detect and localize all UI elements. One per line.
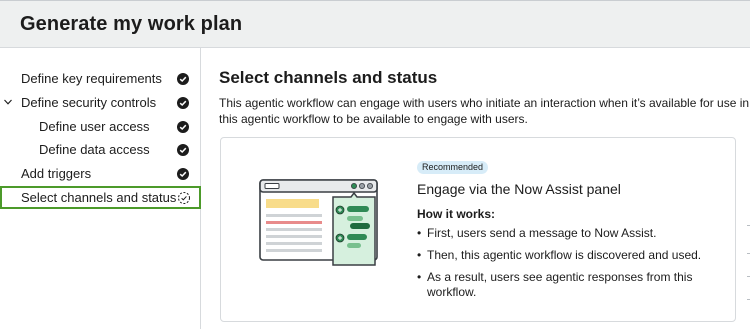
step-add-triggers[interactable]: Add triggers [0, 163, 201, 185]
step-label: Select channels and status [21, 190, 177, 205]
step-define-security-controls[interactable]: Define security controls [0, 92, 201, 114]
page-header: Generate my work plan [0, 0, 750, 48]
page-title: Generate my work plan [20, 13, 243, 35]
step-label: Define user access [39, 119, 150, 134]
step-select-channels-and-status[interactable]: Select channels and status [0, 186, 201, 209]
chevron-down-icon[interactable] [4, 98, 12, 106]
steps-sidebar: Define key requirements Define security … [0, 48, 201, 329]
progress-circle-icon [178, 192, 190, 204]
section-title: Select channels and status [219, 68, 438, 87]
channel-card-now-assist[interactable]: Recommended Engage via the Now Assist pa… [220, 137, 736, 322]
check-circle-icon [177, 144, 189, 156]
step-label: Define data access [39, 142, 150, 157]
check-circle-icon [177, 73, 189, 85]
step-define-data-access[interactable]: Define data access [0, 139, 201, 161]
card-title: Engage via the Now Assist panel [417, 181, 621, 197]
check-circle-icon [177, 121, 189, 133]
step-label: Add triggers [21, 166, 92, 181]
section-description: This agentic workflow can engage with us… [219, 95, 750, 127]
check-circle-icon [177, 168, 189, 180]
list-item: Then, this agentic workflow is discovere… [417, 248, 717, 263]
description-line: This agentic workflow can engage with us… [219, 96, 750, 110]
now-assist-panel-illustration [259, 179, 378, 266]
main-content: Select channels and status This agentic … [202, 48, 750, 329]
check-circle-icon [177, 97, 189, 109]
recommended-badge: Recommended [417, 161, 489, 174]
list-item: First, users send a message to Now Assis… [417, 226, 717, 241]
step-define-key-requirements[interactable]: Define key requirements [0, 68, 201, 90]
list-item: As a result, users see agentic responses… [417, 270, 717, 300]
step-label: Define key requirements [21, 71, 162, 86]
how-it-works-list: First, users send a message to Now Assis… [417, 226, 717, 307]
step-label: Define security controls [21, 95, 157, 110]
description-line: this agentic workflow to be available to… [219, 112, 528, 126]
how-it-works-label: How it works: [417, 207, 496, 221]
step-define-user-access[interactable]: Define user access [0, 116, 201, 138]
